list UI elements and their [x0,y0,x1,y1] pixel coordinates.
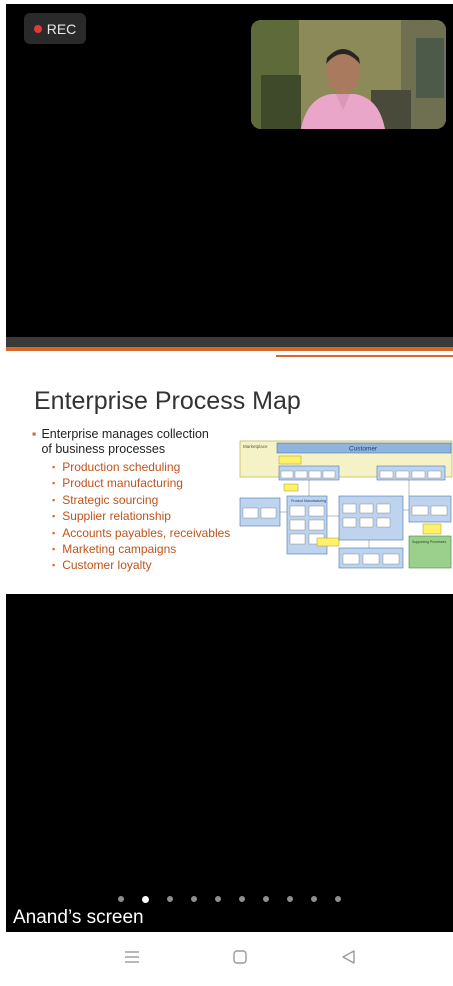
participant-video-tile[interactable] [251,20,446,129]
main-bullet: ▪ Enterprise manages collection of busin… [32,427,242,457]
slide-accent-band [6,347,453,351]
sub-bullet: ▪ Strategic sourcing [52,492,159,507]
page-dot-active[interactable] [142,895,149,903]
sub-bullet: ▪ Accounts payables, receivables [52,525,231,540]
page-dot[interactable] [263,896,269,902]
sub-bullet-list: ▪ Production scheduling ▪ Product manufact… [52,459,242,574]
menu-button[interactable] [124,949,140,970]
back-button[interactable] [340,949,356,970]
page-indicator[interactable] [6,892,453,906]
page-dot[interactable] [335,896,341,902]
sub-bullet: ▪ Customer loyalty [52,558,152,573]
sub-bullet: ▪ Production scheduling [52,460,181,474]
page-dot[interactable] [311,896,317,902]
slide-bullet-list: ▪ Enterprise manages collection of busin… [32,427,242,574]
process-map-diagram: Marketplace Customer Product Manufacturi… [239,440,453,569]
page-dot[interactable] [118,896,124,902]
main-bullet-line-1: Enterprise manages collection [41,427,209,441]
recording-label: REC [46,20,77,37]
diagram-customer-label: Customer [349,446,378,453]
diagram-supporting-label: Supporting Processes [412,540,446,544]
page-dot[interactable] [239,896,245,902]
slide-title: Enterprise Process Map [34,387,301,415]
sub-bullet: ▪ Supplier relationship [52,509,171,524]
slide-header-band [6,337,453,347]
shared-screen-view: REC Enterprise Process Map ▪ Enterprise … [6,4,453,932]
diagram-manufacturing-label: Product Manufacturing [291,499,326,503]
home-button[interactable] [232,949,248,970]
presentation-slide: Enterprise Process Map ▪ Enterprise mana… [6,337,453,594]
sub-bullet: ▪ Marketing campaigns [52,542,177,557]
record-dot-icon [33,24,42,33]
participant-video-icon [251,20,446,129]
system-navigation-bar [0,932,453,986]
diagram-marketplace-label: Marketplace [243,444,268,449]
recording-indicator: REC [24,13,86,44]
main-bullet-line-2: of business processes [41,442,166,456]
page-dot[interactable] [167,896,173,902]
page-dot[interactable] [215,896,221,902]
slide-accent-line [276,355,453,357]
page-dot[interactable] [191,896,197,902]
screen-owner-label: Anand’s screen [13,907,144,928]
home-icon [233,950,247,964]
bullet-marker-icon: ▪ [32,427,37,441]
back-icon [342,950,355,964]
menu-icon [125,951,139,963]
page-dot[interactable] [287,896,293,902]
sub-bullet: ▪ Product manufacturing [52,476,183,491]
